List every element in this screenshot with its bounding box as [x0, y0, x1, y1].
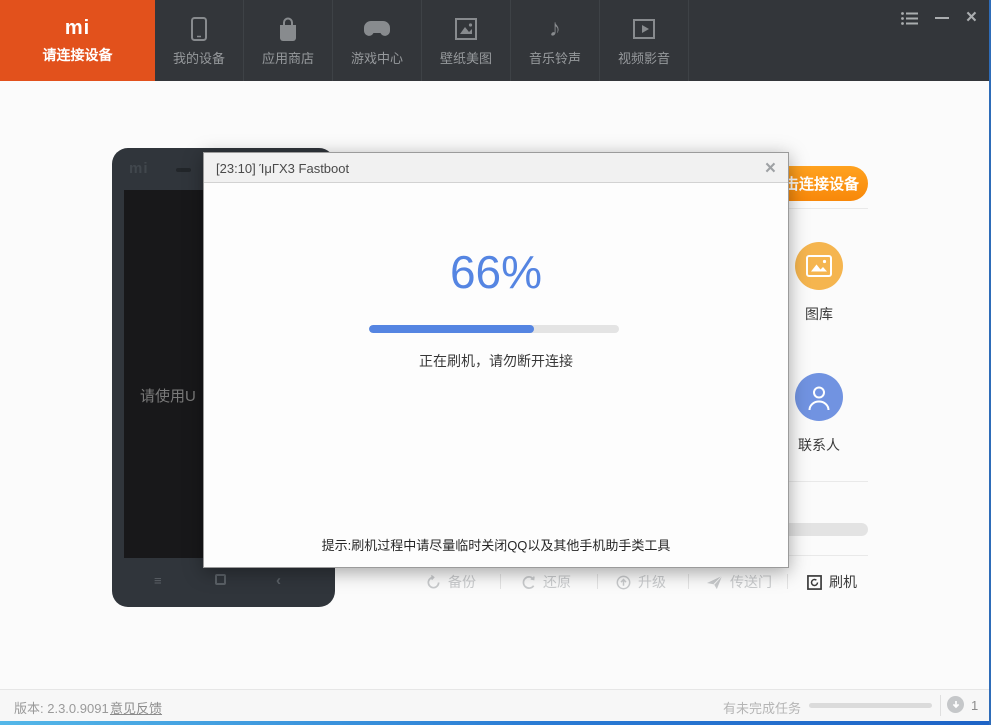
- back-key-icon: ‹: [276, 572, 281, 589]
- divider: [597, 574, 598, 589]
- tab-app-store[interactable]: 应用商店: [244, 0, 333, 81]
- dialog-title: [23:10] ΊμΓΧ3 Fastboot: [216, 161, 350, 176]
- flash-progress-dialog: [23:10] ΊμΓΧ3 Fastboot × 66% 正在刷机，请勿断开连接…: [203, 152, 789, 568]
- portal-label: 传送门: [730, 574, 772, 590]
- brand-label: 请连接设备: [42, 46, 113, 63]
- tab-wallpapers[interactable]: 壁纸美图: [422, 0, 511, 81]
- portal-button[interactable]: 传送门: [706, 572, 772, 592]
- sidebar-item-contacts[interactable]: 联系人: [785, 373, 853, 455]
- flash-label: 刷机: [829, 574, 857, 590]
- flash-button[interactable]: 刷机: [807, 572, 857, 592]
- menu-key-icon: ≡: [154, 573, 162, 588]
- tab-video[interactable]: 视频影音: [600, 0, 689, 81]
- divider: [688, 574, 689, 589]
- divider: [787, 574, 788, 589]
- tasks-progress-bar: [809, 703, 932, 708]
- progress-status-text: 正在刷机，请勿断开连接: [419, 353, 573, 369]
- music-note-icon: ♪: [549, 14, 561, 42]
- tab-label: 游戏中心: [350, 50, 403, 66]
- tab-my-device[interactable]: 我的设备: [155, 0, 244, 81]
- version-label: 版本: 2.3.0.9091: [14, 701, 109, 716]
- menu-icon[interactable]: [900, 10, 918, 26]
- tab-music[interactable]: ♪ 音乐铃声: [511, 0, 600, 81]
- home-key-icon: [215, 574, 226, 585]
- paper-plane-icon: [707, 575, 723, 589]
- status-bar: 版本: 2.3.0.9091 意见反馈 有未完成任务 1: [0, 689, 991, 721]
- download-icon[interactable]: [947, 696, 964, 713]
- feedback-link[interactable]: 意见反馈: [110, 698, 162, 717]
- phone-mi-logo: mi: [129, 160, 149, 177]
- shopping-bag-icon: [276, 15, 300, 43]
- sidebar-item-gallery[interactable]: 图库: [785, 242, 853, 324]
- window-bottom-edge: [0, 721, 991, 725]
- dialog-titlebar[interactable]: [23:10] ΊμΓΧ3 Fastboot ×: [204, 153, 788, 183]
- divider: [500, 574, 501, 589]
- backup-label: 备份: [448, 574, 476, 590]
- main-tabs: 我的设备 应用商店 游戏中心 壁纸美图 ♪ 音乐铃声 视频影音: [155, 0, 689, 81]
- window-controls: ×: [900, 8, 977, 27]
- progress-percent: 66%: [449, 246, 543, 298]
- flash-icon: [807, 574, 822, 590]
- upgrade-icon: [616, 575, 631, 589]
- dialog-close-icon[interactable]: ×: [765, 158, 776, 180]
- gamepad-icon: [363, 15, 391, 43]
- tab-label: 应用商店: [261, 50, 314, 66]
- phone-icon: [189, 15, 209, 43]
- mi-logo: mi: [64, 16, 91, 39]
- backup-button[interactable]: 备份: [426, 572, 476, 592]
- phone-screen-text: 请使用U: [140, 388, 196, 405]
- backup-icon: [427, 574, 440, 588]
- contacts-icon: [795, 373, 843, 421]
- tab-connect-device[interactable]: mi 请连接设备: [0, 0, 155, 81]
- minimize-icon[interactable]: [934, 10, 949, 26]
- picture-icon: [454, 15, 478, 43]
- top-navigation-bar: mi 请连接设备 我的设备 应用商店 游戏中心 壁纸美图 ♪ 音乐铃声 视频影音…: [0, 0, 991, 81]
- restore-icon: [522, 575, 535, 589]
- tab-label: 我的设备: [172, 50, 225, 66]
- close-icon[interactable]: ×: [966, 8, 977, 27]
- restore-label: 还原: [543, 574, 571, 590]
- tab-label: 音乐铃声: [528, 50, 581, 66]
- phone-nav-keys: ≡ ‹: [112, 571, 335, 595]
- flash-progress-bar: [369, 325, 619, 333]
- divider: [940, 695, 941, 716]
- video-icon: [632, 15, 656, 43]
- flash-tip-text: 提示:刷机过程中请尽量临时关闭QQ以及其他手机助手类工具: [321, 538, 671, 553]
- contacts-label: 联系人: [798, 437, 840, 453]
- upgrade-button[interactable]: 升级: [616, 572, 666, 592]
- tab-label: 壁纸美图: [439, 50, 492, 66]
- mi-phone-assistant-window: mi 请连接设备 我的设备 应用商店 游戏中心 壁纸美图 ♪ 音乐铃声 视频影音…: [0, 0, 991, 725]
- task-count-badge: 1: [971, 698, 979, 713]
- gallery-icon: [795, 242, 843, 290]
- unfinished-tasks-label: 有未完成任务: [723, 701, 802, 716]
- flash-progress-fill: [369, 325, 534, 333]
- tab-label: 视频影音: [617, 50, 670, 66]
- restore-button[interactable]: 还原: [521, 572, 571, 592]
- upgrade-label: 升级: [638, 574, 666, 590]
- tab-game-center[interactable]: 游戏中心: [333, 0, 422, 81]
- gallery-label: 图库: [805, 306, 833, 322]
- earpiece: [176, 168, 191, 172]
